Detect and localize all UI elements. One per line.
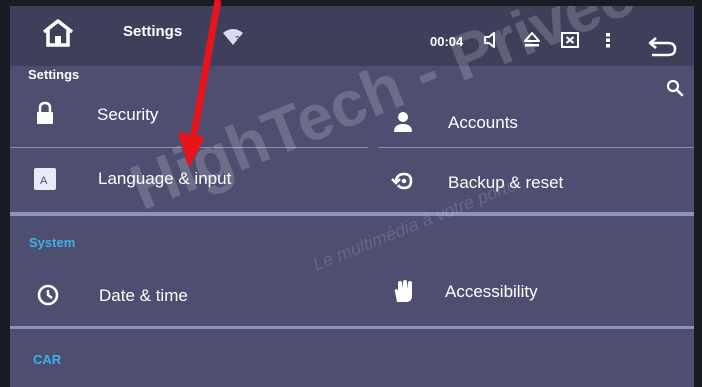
divider bbox=[378, 147, 694, 148]
backup-icon bbox=[390, 169, 418, 197]
settings-item-accounts[interactable]: Accounts bbox=[390, 108, 690, 158]
back-icon[interactable] bbox=[646, 34, 678, 58]
section-divider bbox=[10, 212, 694, 216]
settings-item-label: Accounts bbox=[448, 113, 518, 132]
settings-item-label: Accessibility bbox=[445, 282, 538, 301]
wifi-icon: ? bbox=[222, 28, 244, 46]
svg-text:?: ? bbox=[235, 35, 240, 44]
settings-item-security[interactable]: Security bbox=[32, 100, 372, 150]
more-vert-icon[interactable] bbox=[598, 30, 618, 50]
settings-item-accessibility[interactable]: Accessibility bbox=[390, 278, 690, 328]
person-icon bbox=[390, 108, 418, 136]
settings-item-language-input[interactable]: A Language & input bbox=[32, 166, 372, 216]
clock: 00:04 bbox=[430, 34, 464, 49]
section-title-car: CAR bbox=[33, 352, 62, 367]
search-icon[interactable] bbox=[666, 79, 684, 97]
keyboard-a-icon: A bbox=[32, 166, 60, 194]
app-title: Settings bbox=[123, 23, 183, 40]
svg-text:A: A bbox=[40, 175, 48, 187]
status-bar: Settings ? 00:04 bbox=[10, 6, 694, 66]
divider bbox=[10, 147, 368, 148]
eject-icon[interactable] bbox=[522, 30, 542, 50]
lock-icon bbox=[32, 100, 60, 128]
settings-item-label: Date & time bbox=[99, 286, 188, 305]
settings-item-label: Security bbox=[97, 105, 159, 124]
settings-item-label: Language & input bbox=[98, 169, 232, 188]
settings-screen: Settings ? 00:04 Settings Security Accou… bbox=[10, 6, 694, 387]
volume-icon[interactable] bbox=[482, 30, 502, 50]
home-icon[interactable] bbox=[40, 18, 76, 48]
settings-item-label: Backup & reset bbox=[448, 173, 564, 192]
settings-item-date-time[interactable]: Date & time bbox=[36, 282, 372, 332]
section-title-system: System bbox=[29, 235, 76, 250]
section-divider bbox=[10, 326, 694, 329]
close-box-icon[interactable] bbox=[560, 30, 580, 50]
hand-icon bbox=[390, 278, 418, 306]
clock-icon bbox=[36, 282, 64, 310]
page-title: Settings bbox=[28, 67, 80, 82]
